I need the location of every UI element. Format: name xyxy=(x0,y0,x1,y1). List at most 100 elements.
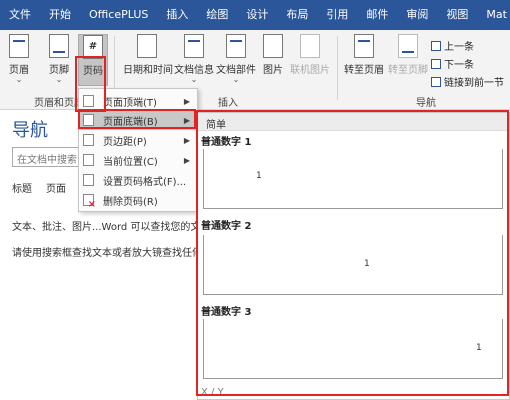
header-icon xyxy=(9,34,29,58)
document-info-icon xyxy=(184,34,204,58)
document-parts-icon xyxy=(226,34,246,58)
tab-mat[interactable]: Mat xyxy=(477,0,510,30)
datetime-button-label: 日期和时间 xyxy=(123,65,173,76)
menu-item-format-page-numbers[interactable]: 设置页码格式(F)... xyxy=(79,170,197,190)
next-button-label: 下一条 xyxy=(444,60,474,71)
menu-item-label: 页面底端(B) xyxy=(103,116,158,128)
ribbon: 页眉 ⌄ 页脚 ⌄ # 页码 日期和时间 文档信息 ⌄ 文档部件 ⌄ 图片 联机… xyxy=(0,30,510,110)
chevron-down-icon: ⌄ xyxy=(55,75,63,84)
goto-footer-button[interactable]: 转至页脚 xyxy=(388,34,428,76)
tab-draw[interactable]: 绘图 xyxy=(197,0,237,30)
picture-button[interactable]: 图片 xyxy=(260,34,286,76)
next-icon xyxy=(431,58,441,69)
nav-tab-headings[interactable]: 标题 xyxy=(12,180,32,195)
menu-item-label: 当前位置(C) xyxy=(103,156,158,168)
gallery-item-label-1: 普通数字 1 xyxy=(201,137,252,148)
group-label-insert: 插入 xyxy=(218,98,238,109)
menu-item-label: 页边距(P) xyxy=(103,136,147,148)
ribbon-divider xyxy=(337,36,338,100)
page-top-icon xyxy=(83,95,94,107)
footer-icon xyxy=(49,34,69,58)
goto-footer-icon xyxy=(398,34,418,58)
datetime-button[interactable]: 日期和时间 xyxy=(123,34,173,76)
online-picture-button[interactable]: 联机图片 xyxy=(290,34,330,76)
footer-button[interactable]: 页脚 ⌄ xyxy=(44,34,74,84)
previous-icon xyxy=(431,40,441,51)
chevron-down-icon: ⌄ xyxy=(190,75,198,84)
nav-tab-pages[interactable]: 页面 xyxy=(46,180,66,195)
menu-item-top-of-page[interactable]: 页面顶端(T) ▶ xyxy=(79,91,197,111)
picture-icon xyxy=(263,34,283,58)
link-to-previous-button[interactable]: 链接到前一节 xyxy=(431,74,504,89)
docinfo-button[interactable]: 文档信息 ⌄ xyxy=(174,34,214,84)
tab-design[interactable]: 设计 xyxy=(237,0,277,30)
current-position-icon xyxy=(83,154,94,166)
tab-review[interactable]: 审阅 xyxy=(397,0,437,30)
gallery-item-label-2: 普通数字 2 xyxy=(201,221,252,232)
submenu-arrow-icon: ▶ xyxy=(183,155,190,165)
nav-tabs: 标题 页面 xyxy=(12,180,66,195)
menu-item-remove-page-numbers[interactable]: 删除页码(R) xyxy=(79,190,197,210)
gallery-section-header: 简单 xyxy=(198,113,509,131)
tab-references[interactable]: 引用 xyxy=(317,0,357,30)
goto-header-icon xyxy=(354,34,374,58)
menu-item-label: 删除页码(R) xyxy=(103,196,158,208)
goto-header-button[interactable]: 转至页眉 xyxy=(344,34,384,76)
gallery-footer-xy: X / Y xyxy=(201,387,224,398)
nav-pane-title: 导航 xyxy=(12,120,48,141)
tab-file[interactable]: 文件 xyxy=(0,0,40,30)
previous-button[interactable]: 上一条 xyxy=(431,38,474,53)
next-button[interactable]: 下一条 xyxy=(431,56,474,71)
page-number-button-label: 页码 xyxy=(83,66,103,77)
menu-item-label: 页面顶端(T) xyxy=(103,97,157,109)
page-number-menu: 页面顶端(T) ▶ 页面底端(B) ▶ 页边距(P) ▶ 当前位置(C) ▶ 设… xyxy=(78,88,198,212)
tab-mailings[interactable]: 邮件 xyxy=(357,0,397,30)
gallery-item-label-3: 普通数字 3 xyxy=(201,307,252,318)
menu-item-bottom-of-page[interactable]: 页面底端(B) ▶ xyxy=(79,110,197,130)
nav-help-text-1: 文本、批注、图片...Word 可以查找您的文档 xyxy=(12,222,211,233)
submenu-arrow-icon: ▶ xyxy=(183,115,190,125)
tab-officeplus[interactable]: OfficePLUS xyxy=(80,0,157,30)
docinfo-button-label: 文档信息 xyxy=(174,65,214,76)
page-number-icon: # xyxy=(83,35,103,59)
tab-insert[interactable]: 插入 xyxy=(157,0,197,30)
gallery-item-plain-number-1[interactable]: 1 xyxy=(203,149,503,209)
submenu-arrow-icon: ▶ xyxy=(183,135,190,145)
remove-page-number-icon xyxy=(83,194,96,210)
header-button[interactable]: 页眉 ⌄ xyxy=(4,34,34,84)
page-margin-icon xyxy=(83,134,94,146)
page-number-mark: 1 xyxy=(476,343,482,353)
page-number-mark: 1 xyxy=(364,259,370,269)
page-number-mark: 1 xyxy=(256,171,262,181)
docparts-button-label: 文档部件 xyxy=(216,65,256,76)
docparts-button[interactable]: 文档部件 ⌄ xyxy=(216,34,256,84)
nav-help-text-2: 请使用搜索框查找文本或者放大镜查找任何 xyxy=(12,248,202,259)
online-picture-button-label: 联机图片 xyxy=(290,65,330,76)
chevron-down-icon: ⌄ xyxy=(232,75,240,84)
chevron-down-icon: ⌄ xyxy=(15,75,23,84)
tab-home[interactable]: 开始 xyxy=(40,0,80,30)
menu-item-current-position[interactable]: 当前位置(C) ▶ xyxy=(79,150,197,170)
gallery-item-plain-number-3[interactable]: 1 xyxy=(203,319,503,379)
tab-view[interactable]: 视图 xyxy=(437,0,477,30)
previous-button-label: 上一条 xyxy=(444,42,474,53)
tab-layout[interactable]: 布局 xyxy=(277,0,317,30)
group-label-navigation: 导航 xyxy=(416,98,436,109)
online-picture-icon xyxy=(300,34,320,58)
format-page-number-icon xyxy=(83,174,94,186)
calendar-icon xyxy=(137,34,157,58)
menu-item-page-margins[interactable]: 页边距(P) ▶ xyxy=(79,130,197,150)
group-label-header-footer: 页眉和页脚 xyxy=(34,98,84,109)
submenu-arrow-icon: ▶ xyxy=(183,96,190,106)
menu-item-label: 设置页码格式(F)... xyxy=(103,176,187,188)
page-number-button[interactable]: # 页码 xyxy=(78,34,108,86)
goto-header-button-label: 转至页眉 xyxy=(344,65,384,76)
link-to-previous-label: 链接到前一节 xyxy=(444,78,504,89)
footer-button-label: 页脚 xyxy=(49,65,69,76)
header-button-label: 页眉 xyxy=(9,65,29,76)
gallery-item-plain-number-2[interactable]: 1 xyxy=(203,235,503,295)
page-bottom-icon xyxy=(83,114,94,126)
goto-footer-button-label: 转至页脚 xyxy=(388,65,428,76)
page-bottom-gallery: 简单 普通数字 1 1 普通数字 2 1 普通数字 3 1 X / Y xyxy=(197,112,510,400)
link-icon xyxy=(431,76,441,87)
